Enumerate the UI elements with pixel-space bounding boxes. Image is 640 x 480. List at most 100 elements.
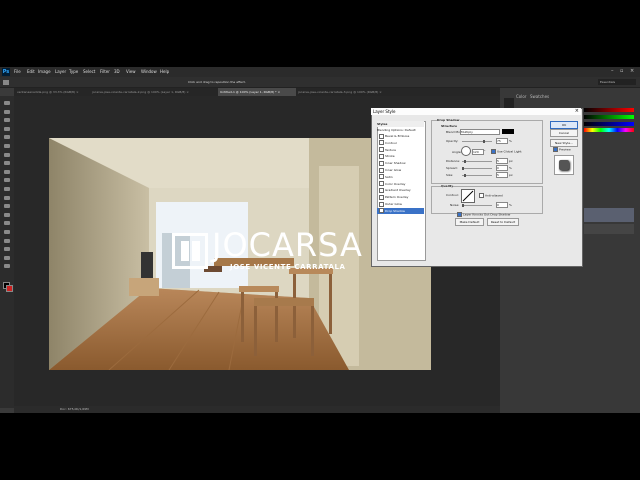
- effect-checkbox[interactable]: [379, 187, 384, 193]
- clone-stamp-tool-icon[interactable]: [3, 169, 11, 175]
- distance-slider-handle[interactable]: [464, 160, 466, 163]
- effect-item-gradient-overlay[interactable]: Gradient Overlay: [377, 187, 424, 193]
- workspace-select[interactable]: Essentials: [598, 79, 636, 85]
- effect-item-drop-shadow[interactable]: Drop Shadow: [377, 207, 424, 214]
- make-default-button[interactable]: Make Default: [455, 218, 484, 226]
- red-slider[interactable]: [584, 108, 634, 112]
- menu-type[interactable]: Type: [69, 69, 78, 74]
- move-tool-icon[interactable]: [3, 100, 11, 106]
- eraser-tool-icon[interactable]: [3, 186, 11, 192]
- size-slider-handle[interactable]: [464, 174, 466, 177]
- move-tool-icon[interactable]: [3, 80, 9, 85]
- angle-input[interactable]: 120: [472, 149, 484, 155]
- history-brush-tool-icon[interactable]: [3, 177, 11, 183]
- document-tab[interactable]: ventanaanadida.png @ 33.3% (RGB/8) ×: [15, 88, 89, 96]
- effect-checkbox[interactable]: [379, 181, 384, 187]
- effect-item-outer-glow[interactable]: Outer Glow: [377, 201, 424, 207]
- spread-input[interactable]: 0: [496, 165, 508, 171]
- close-icon[interactable]: ×: [630, 68, 634, 74]
- effect-item-bevel-emboss[interactable]: Bevel & Emboss: [377, 133, 424, 139]
- effect-item-inner-shadow[interactable]: Inner Shadow: [377, 160, 424, 166]
- effect-item-stroke[interactable]: Stroke: [377, 153, 424, 159]
- document-tab[interactable]: Untitled-1 @ 100% (Layer 1, RGB/8) * ×: [218, 88, 296, 96]
- marquee-tool-icon[interactable]: [3, 109, 11, 115]
- distance-slider[interactable]: [462, 161, 492, 162]
- anti-aliased-checkbox[interactable]: Anti-aliased: [477, 193, 503, 198]
- distance-input[interactable]: 5: [496, 158, 508, 164]
- spread-slider-handle[interactable]: [462, 167, 464, 170]
- lasso-tool-icon[interactable]: [3, 117, 11, 123]
- preview-checkbox[interactable]: Preview: [551, 147, 571, 152]
- cancel-button[interactable]: Cancel: [550, 129, 578, 137]
- menu-image[interactable]: Image: [38, 69, 51, 74]
- shadow-color-swatch[interactable]: [502, 129, 514, 134]
- menu-file[interactable]: File: [14, 69, 21, 74]
- crop-tool-icon[interactable]: [3, 134, 11, 140]
- noise-slider[interactable]: [462, 205, 492, 206]
- effect-checkbox[interactable]: [379, 194, 384, 200]
- opacity-input[interactable]: 75: [496, 138, 508, 144]
- shape-tool-icon[interactable]: [3, 246, 11, 252]
- size-input[interactable]: 5: [496, 172, 508, 178]
- document-tab[interactable]: jocarsa-jose-vicente-carratala-3.png @ 1…: [296, 88, 390, 96]
- effect-checkbox[interactable]: [379, 167, 384, 173]
- size-slider[interactable]: [462, 175, 492, 176]
- effect-item-inner-glow[interactable]: Inner Glow: [377, 167, 424, 173]
- eyedropper-tool-icon[interactable]: [3, 143, 11, 149]
- noise-slider-handle[interactable]: [462, 204, 464, 207]
- path-select-tool-icon[interactable]: [3, 238, 11, 244]
- color-panel-tab[interactable]: Color: [516, 94, 526, 99]
- dodge-tool-icon[interactable]: [3, 212, 11, 218]
- effect-checkbox[interactable]: [379, 174, 384, 180]
- reset-default-button[interactable]: Reset to Default: [487, 218, 519, 226]
- brush-tool-icon[interactable]: [3, 160, 11, 166]
- background-color-swatch[interactable]: [6, 285, 13, 292]
- effect-item-satin[interactable]: Satin: [377, 174, 424, 180]
- document-tab[interactable]: jocarsa-jose-vicente-carratala-2.png @ 1…: [90, 88, 216, 96]
- zoom-tool-icon[interactable]: [3, 263, 11, 269]
- effect-item-contour[interactable]: Contour: [377, 140, 424, 146]
- minimize-icon[interactable]: –: [611, 68, 614, 74]
- menu-help[interactable]: Help: [160, 69, 169, 74]
- pen-tool-icon[interactable]: [3, 220, 11, 226]
- swatches-panel-tab[interactable]: Swatches: [530, 94, 549, 99]
- effect-item-pattern-overlay[interactable]: Pattern Overlay: [377, 194, 424, 200]
- menu-view[interactable]: View: [126, 69, 136, 74]
- effect-checkbox[interactable]: [379, 201, 384, 207]
- menu-edit[interactable]: Edit: [27, 69, 35, 74]
- menu-filter[interactable]: Filter: [100, 69, 110, 74]
- gradient-tool-icon[interactable]: [3, 195, 11, 201]
- effect-checkbox[interactable]: [379, 208, 384, 214]
- color-ramp[interactable]: [584, 128, 634, 132]
- menu-3d[interactable]: 3D: [114, 69, 120, 74]
- green-slider[interactable]: [584, 115, 634, 119]
- global-light-checkbox[interactable]: Use Global Light: [489, 149, 522, 154]
- opacity-slider-handle[interactable]: [483, 140, 485, 143]
- restore-icon[interactable]: ▫: [620, 68, 623, 74]
- menu-select[interactable]: Select: [83, 69, 95, 74]
- healing-tool-icon[interactable]: [3, 152, 11, 158]
- noise-input[interactable]: 0: [496, 202, 508, 208]
- blur-tool-icon[interactable]: [3, 203, 11, 209]
- effect-checkbox[interactable]: [379, 140, 384, 146]
- layer-row[interactable]: [584, 224, 634, 234]
- hand-tool-icon[interactable]: [3, 255, 11, 261]
- quick-select-tool-icon[interactable]: [3, 126, 11, 132]
- menu-window[interactable]: Window: [141, 69, 157, 74]
- type-tool-icon[interactable]: [3, 229, 11, 235]
- selected-layer-row[interactable]: [584, 208, 634, 222]
- knockout-checkbox[interactable]: Layer Knocks Out Drop Shadow: [455, 212, 510, 217]
- opacity-slider[interactable]: [462, 141, 492, 142]
- effect-checkbox[interactable]: [379, 160, 384, 166]
- blend-mode-select[interactable]: Multiply: [460, 129, 500, 135]
- effect-checkbox[interactable]: [379, 153, 384, 159]
- angle-dial[interactable]: [461, 146, 471, 156]
- effect-item-texture[interactable]: Texture: [377, 147, 424, 153]
- effect-checkbox[interactable]: [379, 133, 384, 139]
- new-style-button[interactable]: New Style...: [550, 139, 578, 147]
- dialog-close-icon[interactable]: ×: [575, 108, 579, 115]
- contour-picker-icon[interactable]: [461, 189, 475, 203]
- effect-item-color-overlay[interactable]: Color Overlay: [377, 181, 424, 187]
- effect-checkbox[interactable]: [379, 147, 384, 153]
- menu-layer[interactable]: Layer: [55, 69, 66, 74]
